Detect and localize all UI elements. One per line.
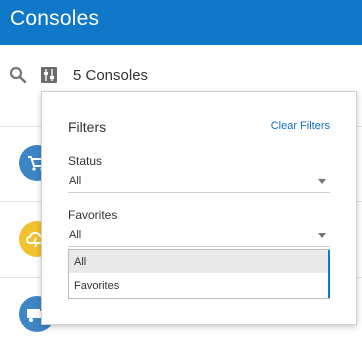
filters-title: Filters: [68, 119, 107, 135]
status-select[interactable]: All: [68, 172, 330, 193]
favorites-value: All: [69, 229, 82, 241]
dropdown-focus-accent: [328, 250, 330, 298]
favorites-dropdown: All Favorites: [68, 249, 330, 299]
app-header: Consoles: [0, 0, 362, 45]
search-icon[interactable]: [9, 66, 27, 84]
filter-icon[interactable]: [40, 66, 58, 84]
clear-filters-link[interactable]: Clear Filters: [271, 120, 330, 132]
favorites-label: Favorites: [68, 208, 118, 222]
filters-popup: Filters Clear Filters Status All Favorit…: [41, 91, 357, 325]
dropdown-option-all[interactable]: All: [69, 250, 329, 273]
favorites-select[interactable]: All: [68, 226, 330, 247]
page-title: Consoles: [10, 7, 100, 30]
status-value: All: [69, 175, 82, 187]
dropdown-option-favorites[interactable]: Favorites: [69, 274, 329, 297]
chevron-down-icon: [318, 179, 326, 184]
console-count: 5 Consoles: [73, 67, 149, 84]
status-label: Status: [68, 154, 103, 168]
chevron-down-icon: [318, 233, 326, 238]
